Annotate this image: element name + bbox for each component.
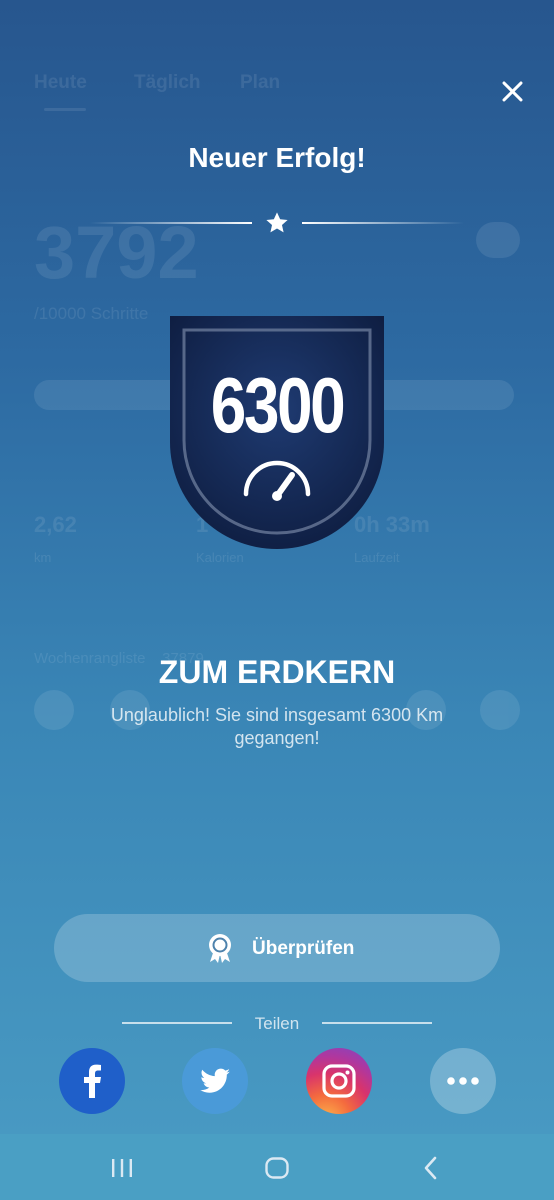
recent-apps-icon — [112, 1159, 132, 1177]
back-button[interactable] — [411, 1148, 451, 1188]
bg-pause-button — [476, 222, 520, 258]
achievement-description: Unglaublich! Sie sind insgesamt 6300 Km … — [110, 705, 444, 748]
twitter-icon — [200, 1068, 230, 1093]
more-dots-icon — [447, 1077, 479, 1085]
bg-circle — [480, 690, 520, 730]
share-label: Teilen — [254, 1014, 300, 1033]
bg-step-goal: /10000 Schritte — [34, 304, 149, 323]
achievement-title: ZUM ERDKERN — [158, 654, 396, 690]
share-more-button[interactable] — [430, 1048, 496, 1114]
star-icon — [266, 212, 288, 233]
bg-stat-time-unit: Laufzeit — [354, 550, 400, 565]
medal-icon — [209, 934, 231, 963]
badge-value: 6300 — [210, 361, 346, 449]
bg-stat-distance-unit: km — [34, 550, 52, 565]
system-nav-bar — [0, 1134, 554, 1200]
bg-tab-today: Heute — [34, 72, 87, 93]
bg-stat-distance: 2,62 — [34, 512, 77, 537]
share-twitter-button[interactable] — [182, 1048, 248, 1114]
share-instagram-button[interactable] — [306, 1048, 372, 1114]
title-divider-right — [302, 222, 464, 224]
review-label: Überprüfen — [252, 938, 355, 959]
share-divider-right — [322, 1022, 432, 1024]
bg-tab-daily: Täglich — [134, 72, 201, 93]
share-divider-left — [122, 1022, 232, 1024]
bg-tab-plan: Plan — [240, 72, 281, 93]
recent-apps-button[interactable] — [102, 1148, 142, 1188]
review-button[interactable]: Überprüfen — [54, 914, 500, 982]
bg-circle — [34, 690, 74, 730]
bg-stat-calories-unit: Kalorien — [196, 550, 244, 565]
bg-tab-indicator — [44, 108, 86, 111]
home-button[interactable] — [257, 1148, 297, 1188]
speedometer-icon — [243, 460, 311, 501]
share-facebook-button[interactable] — [59, 1048, 125, 1114]
close-button[interactable] — [492, 72, 532, 112]
home-icon — [265, 1157, 289, 1179]
facebook-icon — [84, 1064, 101, 1098]
dialog-title: Neuer Erfolg! — [188, 142, 366, 173]
instagram-icon — [322, 1064, 356, 1098]
title-divider-left — [90, 222, 252, 224]
back-chevron-icon — [424, 1156, 437, 1180]
